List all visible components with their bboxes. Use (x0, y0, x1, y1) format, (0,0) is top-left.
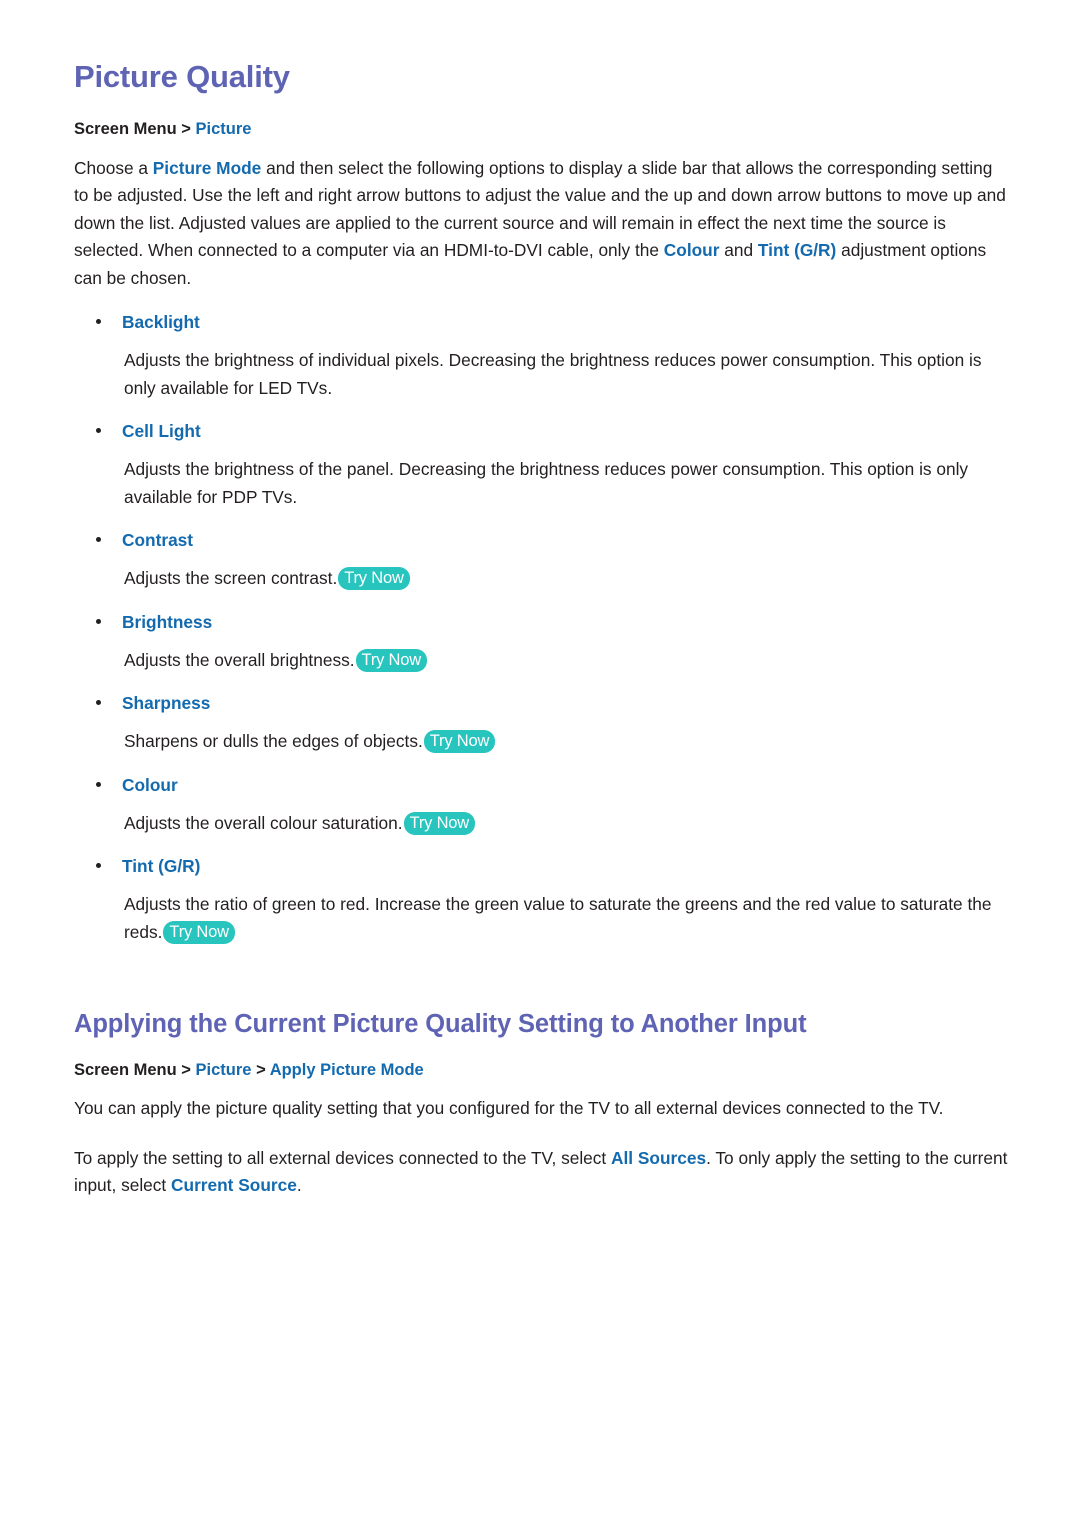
try-now-badge[interactable]: Try Now (355, 648, 427, 672)
paragraph-text: You can apply the picture quality settin… (74, 1098, 944, 1119)
keyword-all-sources[interactable]: All Sources (611, 1148, 706, 1168)
list-item: Colour Adjusts the overall colour satura… (74, 772, 1008, 854)
option-heading-colour[interactable]: Colour (74, 772, 1008, 798)
option-description-text: Adjusts the brightness of the panel. Dec… (124, 459, 969, 507)
document-page: Picture Quality Screen Menu > Picture Ch… (0, 0, 1080, 1527)
bullet-icon (96, 863, 101, 869)
option-heading-sharpness[interactable]: Sharpness (74, 690, 1008, 716)
keyword-colour[interactable]: Colour (664, 240, 720, 260)
option-label: Tint (G/R) (122, 856, 201, 877)
intro-paragraph: Choose a Picture Mode and then select th… (74, 155, 1008, 293)
breadcrumb-root: Screen Menu (74, 120, 177, 139)
option-description-contrast: Adjusts the screen contrast. Try Now (74, 565, 1008, 593)
bullet-icon (96, 537, 101, 543)
option-description-cell-light: Adjusts the brightness of the panel. Dec… (74, 456, 1008, 511)
intro-text-3: and (719, 240, 758, 261)
try-now-badge[interactable]: Try Now (403, 811, 475, 835)
option-heading-contrast[interactable]: Contrast (74, 527, 1008, 553)
breadcrumb-separator: > (256, 1061, 266, 1079)
list-item: Sharpness Sharpens or dulls the edges of… (74, 690, 1008, 772)
bullet-icon (96, 428, 101, 434)
breadcrumb-item-picture[interactable]: Picture (196, 120, 252, 138)
bullet-icon (96, 319, 101, 325)
list-item: Backlight Adjusts the brightness of indi… (74, 309, 1008, 418)
option-description-brightness: Adjusts the overall brightness. Try Now (74, 647, 1008, 675)
option-label: Backlight (122, 312, 200, 333)
option-label: Sharpness (122, 693, 211, 714)
option-label: Cell Light (122, 421, 201, 442)
breadcrumb-separator: > (181, 1061, 191, 1079)
bullet-icon (96, 618, 101, 624)
paragraph-apply-instructions: To apply the setting to all external dev… (74, 1145, 1008, 1200)
option-description-sharpness: Sharpens or dulls the edges of objects. T… (74, 728, 1008, 756)
breadcrumb-item-apply-picture-mode[interactable]: Apply Picture Mode (270, 1061, 424, 1079)
try-now-badge[interactable]: Try Now (423, 730, 496, 754)
try-now-badge[interactable]: Try Now (163, 920, 235, 944)
option-description-text: Adjusts the brightness of individual pix… (124, 350, 982, 398)
option-description-text: Sharpens or dulls the edges of objects. (124, 731, 423, 752)
option-description-backlight: Adjusts the brightness of individual pix… (74, 347, 1008, 402)
option-label: Colour (122, 774, 178, 795)
breadcrumb: Screen Menu > Picture > Apply Picture Mo… (74, 1060, 1008, 1081)
keyword-picture-mode[interactable]: Picture Mode (153, 158, 262, 178)
try-now-badge[interactable]: Try Now (338, 567, 410, 591)
breadcrumb-root: Screen Menu (74, 1061, 177, 1079)
list-item: Contrast Adjusts the screen contrast. Try… (74, 527, 1008, 609)
page-title: Picture Quality (74, 59, 290, 94)
keyword-tint-gr[interactable]: Tint (G/R) (758, 240, 836, 260)
option-heading-brightness[interactable]: Brightness (74, 609, 1008, 635)
option-label: Contrast (122, 530, 194, 551)
option-label: Brightness (122, 611, 213, 632)
list-item: Tint (G/R) Adjusts the ratio of green to… (74, 853, 1008, 946)
option-description-text: Adjusts the overall colour saturation. (124, 812, 403, 833)
breadcrumb-item-picture[interactable]: Picture (196, 1061, 252, 1079)
option-description-text: Adjusts the screen contrast. (124, 568, 338, 589)
picture-options-list: Backlight Adjusts the brightness of indi… (74, 309, 1008, 946)
keyword-current-source[interactable]: Current Source (171, 1175, 297, 1195)
option-description-text: Adjusts the overall brightness. (124, 649, 355, 670)
option-description-colour: Adjusts the overall colour saturation. Tr… (74, 810, 1008, 838)
option-heading-tint-gr[interactable]: Tint (G/R) (74, 853, 1008, 879)
paragraph-text-1: To apply the setting to all external dev… (74, 1147, 612, 1168)
breadcrumb: Screen Menu > Picture (74, 119, 1008, 140)
bullet-icon (96, 700, 101, 706)
option-description-tint-gr: Adjusts the ratio of green to red. Incre… (74, 891, 1008, 946)
option-description-text: Adjusts the ratio of green to red. Incre… (124, 894, 992, 942)
list-item: Brightness Adjusts the overall brightnes… (74, 609, 1008, 691)
breadcrumb-separator: > (181, 120, 191, 139)
section-title-apply-picture-mode: Applying the Current Picture Quality Set… (74, 1010, 807, 1039)
paragraph-text-3: . (296, 1175, 302, 1196)
option-heading-backlight[interactable]: Backlight (74, 309, 1008, 335)
paragraph-apply-overview: You can apply the picture quality settin… (74, 1095, 1008, 1123)
intro-text-1: Choose a (74, 157, 153, 178)
bullet-icon (96, 781, 101, 787)
option-heading-cell-light[interactable]: Cell Light (74, 418, 1008, 444)
list-item: Cell Light Adjusts the brightness of the… (74, 418, 1008, 527)
